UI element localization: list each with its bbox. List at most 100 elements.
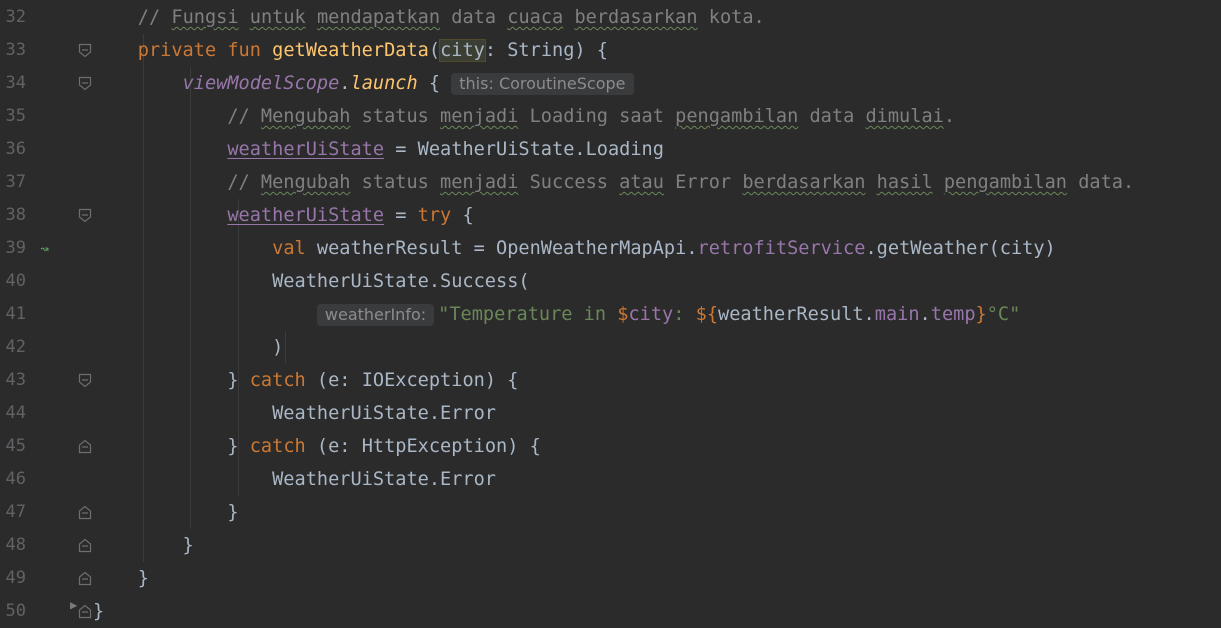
line-number: 49	[5, 568, 26, 588]
code-line[interactable]: 44 WeatherUiState.Error	[0, 397, 1221, 430]
fold-close-icon[interactable]	[78, 571, 92, 586]
code-line[interactable]: 37 // Mengubah status menjadi Success at…	[0, 166, 1221, 199]
fold-open-icon[interactable]	[78, 208, 92, 223]
code-line[interactable]: 49 }	[0, 562, 1221, 595]
code-text: WeatherUiState.Error	[93, 397, 496, 430]
code-text: // Mengubah status menjadi Loading saat …	[93, 100, 955, 133]
code-editor[interactable]: 32 // Fungsi untuk mendapatkan data cuac…	[0, 0, 1221, 627]
code-token: main	[874, 304, 920, 325]
code-line[interactable]: 33 private fun getWeatherData(city: Stri…	[0, 34, 1221, 67]
code-token: catch	[249, 436, 306, 457]
line-number: 42	[5, 337, 26, 357]
code-token: (e: IOException) {	[305, 370, 519, 391]
code-line[interactable]: 36 weatherUiState = WeatherUiState.Loadi…	[0, 133, 1221, 166]
code-text: private fun getWeatherData(city: String)…	[93, 34, 608, 67]
code-token: status	[350, 106, 441, 127]
code-line[interactable]: 41 weatherInfo: "Temperature in $city: ${…	[0, 298, 1221, 331]
code-token: °C"	[986, 304, 1021, 325]
code-line[interactable]: 32 // Fungsi untuk mendapatkan data cuac…	[0, 1, 1221, 34]
code-token: try	[417, 205, 452, 226]
code-text: weatherUiState = WeatherUiState.Loading	[93, 133, 664, 166]
fold-close-icon[interactable]	[78, 505, 92, 520]
code-token: Mengubah	[260, 106, 351, 127]
code-token: }	[93, 370, 250, 391]
code-line[interactable]: 47 }	[0, 496, 1221, 529]
line-number: 34	[5, 73, 26, 93]
line-number: 45	[5, 436, 26, 456]
fold-open-icon[interactable]	[78, 373, 92, 388]
code-token: //	[93, 172, 261, 193]
code-token: : String) {	[484, 40, 608, 61]
run-arrow-icon[interactable]: ▶	[70, 589, 77, 622]
line-number: 36	[5, 139, 26, 159]
fold-open-icon[interactable]	[78, 43, 92, 58]
code-token: ${	[695, 304, 719, 325]
code-line[interactable]: 43 } catch (e: IOException) {	[0, 364, 1221, 397]
line-number: 32	[5, 7, 26, 27]
code-token: )	[93, 337, 284, 358]
code-token: }	[93, 436, 250, 457]
code-token: mendapatkan	[316, 7, 441, 28]
code-token: atau	[619, 172, 664, 193]
code-token: }	[93, 601, 105, 622]
code-token: launch	[350, 73, 418, 94]
code-token: city	[439, 39, 486, 62]
code-token: private fun	[137, 40, 273, 61]
code-line[interactable]: 34 viewModelScope.launch { this: Corouti…	[0, 67, 1221, 100]
line-number: 35	[5, 106, 26, 126]
line-number: 43	[5, 370, 26, 390]
code-token: Success	[518, 172, 620, 193]
code-text: weatherUiState = try {	[93, 199, 473, 232]
fold-close-icon[interactable]	[78, 439, 92, 454]
code-token: viewModelScope	[182, 73, 340, 94]
code-text: }	[93, 496, 239, 529]
code-token: $	[617, 304, 629, 325]
code-line[interactable]: 40 WeatherUiState.Success(	[0, 265, 1221, 298]
code-token: menjadi	[440, 172, 519, 193]
inlay-hint: weatherInfo:	[316, 303, 435, 326]
code-token: catch	[249, 370, 306, 391]
code-token: status	[350, 172, 441, 193]
line-number: 50	[5, 601, 26, 621]
line-number: 44	[5, 403, 26, 423]
line-number: 48	[5, 535, 26, 555]
code-text: }	[93, 562, 149, 595]
code-token: Loading saat	[518, 106, 676, 127]
suspend-call-icon[interactable]: ↝	[40, 240, 62, 258]
code-token: kota.	[697, 7, 765, 28]
code-token: }	[93, 535, 194, 556]
code-text: }	[93, 529, 194, 562]
code-token: "Temperature in	[438, 304, 618, 325]
code-line[interactable]: 50 ▶}	[0, 595, 1221, 628]
code-text: } catch (e: IOException) {	[93, 364, 518, 397]
code-token: .	[339, 73, 351, 94]
code-token: }	[93, 502, 239, 523]
fold-close-icon[interactable]	[78, 604, 92, 619]
code-line[interactable]: 42 )	[0, 331, 1221, 364]
code-token: getWeatherData	[272, 40, 429, 61]
code-token: = WeatherUiState.Loading	[384, 139, 664, 160]
code-line[interactable]: 48 }	[0, 529, 1221, 562]
code-token: temp	[930, 304, 976, 325]
code-token: WeatherUiState.Success(	[93, 271, 530, 292]
code-token: {	[417, 73, 452, 94]
code-line[interactable]: 45 } catch (e: HttpException) {	[0, 430, 1221, 463]
line-number: 38	[5, 205, 26, 225]
fold-close-icon[interactable]	[78, 538, 92, 553]
code-text: )	[93, 331, 283, 364]
code-token: city	[628, 304, 674, 325]
fold-open-icon[interactable]	[78, 76, 92, 91]
code-line[interactable]: 38 weatherUiState = try {	[0, 199, 1221, 232]
line-number: 40	[5, 271, 26, 291]
code-line[interactable]: 39 ↝ val weatherResult = OpenWeatherMapAp…	[0, 232, 1221, 265]
code-line[interactable]: 46 WeatherUiState.Error	[0, 463, 1221, 496]
code-line[interactable]: 35 // Mengubah status menjadi Loading sa…	[0, 100, 1221, 133]
code-token: (e: HttpException) {	[305, 436, 541, 457]
code-text: }	[93, 595, 104, 628]
